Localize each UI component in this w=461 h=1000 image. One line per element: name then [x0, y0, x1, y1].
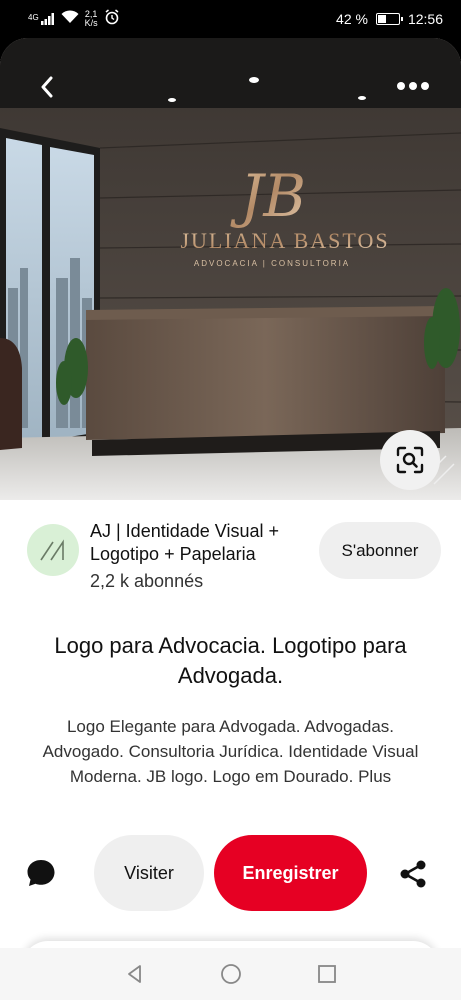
battery-percent: 42 % [336, 11, 368, 27]
pin-title: Logo para Advocacia. Logotipo para Advog… [54, 633, 407, 688]
visual-search-icon [396, 446, 424, 474]
share-icon [400, 860, 426, 888]
pin-description: Logo Elegante para Advogada. Advogadas. … [42, 717, 419, 786]
network-type: 4G [28, 12, 39, 22]
wifi-icon [61, 10, 79, 27]
save-button[interactable]: Enregistrer [214, 835, 367, 911]
comment-button[interactable] [22, 854, 60, 892]
office-reception-illustration: JB JULIANA BASTOS ADVOCACIA | CONSULTORI… [0, 38, 461, 500]
share-button[interactable] [393, 854, 433, 894]
creator-avatar[interactable] [27, 524, 79, 576]
back-button[interactable] [30, 70, 64, 104]
recents-square-icon [317, 965, 336, 983]
chevron-left-icon [41, 76, 53, 98]
battery-fill [377, 15, 386, 23]
back-triangle-icon [127, 965, 141, 983]
nav-recents-button[interactable] [315, 962, 339, 986]
more-options-button[interactable] [393, 74, 433, 98]
status-bar: 4G 2,1 K/s 42 % 12:56 [0, 0, 461, 38]
comment-icon [27, 860, 55, 886]
creator-name[interactable]: AJ | Identidade Visual + Logotipo + Pape… [90, 520, 320, 566]
status-left: 4G 2,1 K/s [28, 9, 120, 28]
clock: 12:56 [407, 11, 443, 27]
home-circle-icon [220, 964, 241, 984]
pin-image[interactable]: JB JULIANA BASTOS ADVOCACIA | CONSULTORI… [0, 38, 461, 500]
logo-name: JULIANA BASTOS [180, 228, 389, 253]
pin-closeup-sheet: JB JULIANA BASTOS ADVOCACIA | CONSULTORI… [0, 38, 461, 958]
creator-row: AJ | Identidade Visual + Logotipo + Pape… [0, 514, 461, 604]
nav-back-button[interactable] [123, 962, 147, 986]
signal-icon: 4G [28, 12, 55, 25]
nav-home-button[interactable] [219, 962, 243, 986]
visual-search-button[interactable] [380, 430, 440, 490]
system-navigation-bar [0, 948, 461, 1000]
action-bar: Visiter Enregistrer [0, 835, 461, 915]
speed-unit: K/s [84, 17, 98, 28]
follow-button[interactable]: S'abonner [319, 522, 441, 579]
logo-monogram: JB [230, 162, 306, 230]
more-horizontal-icon [397, 82, 429, 90]
logo-tagline: ADVOCACIA | CONSULTORIA [194, 259, 350, 268]
battery-icon [375, 13, 403, 25]
alarm-icon [104, 9, 120, 28]
network-speed: 2,1 K/s [84, 9, 98, 28]
visit-button[interactable]: Visiter [94, 835, 204, 911]
status-right: 42 % 12:56 [336, 11, 443, 27]
follower-count: 2,2 k abonnés [90, 571, 204, 591]
creator-logo-icon [40, 539, 64, 561]
